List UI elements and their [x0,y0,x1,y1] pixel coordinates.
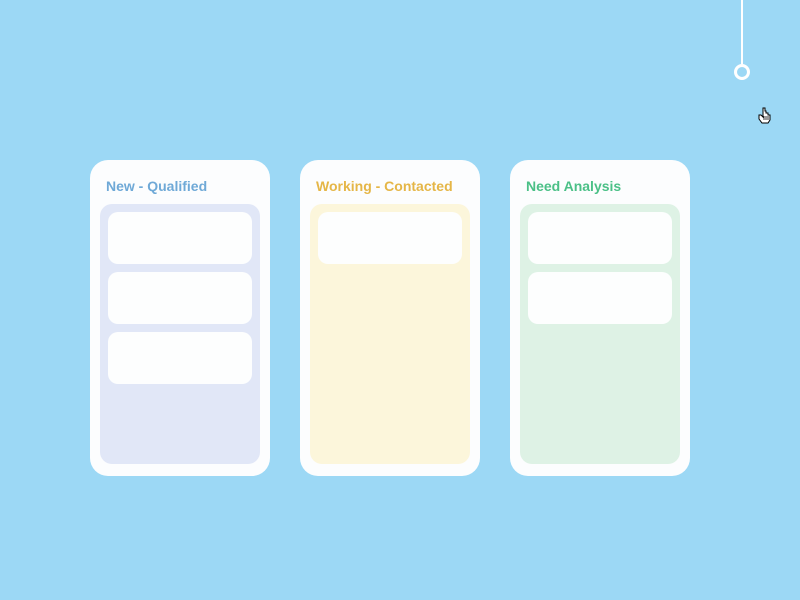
kanban-card[interactable] [108,272,252,324]
pendulum-decoration [734,0,750,80]
kanban-card[interactable] [528,272,672,324]
column-working-contacted[interactable]: Working - Contacted [300,160,480,476]
kanban-board: New - Qualified Working - Contacted Need… [90,160,690,476]
column-new-qualified[interactable]: New - Qualified [90,160,270,476]
column-need-analysis[interactable]: Need Analysis [510,160,690,476]
column-body[interactable] [100,204,260,464]
column-body[interactable] [520,204,680,464]
column-header: New - Qualified [100,172,260,204]
column-header: Need Analysis [520,172,680,204]
column-body[interactable] [310,204,470,464]
cursor-pointer-icon [757,106,775,131]
kanban-card[interactable] [528,212,672,264]
kanban-card[interactable] [318,212,462,264]
kanban-card[interactable] [108,332,252,384]
column-header: Working - Contacted [310,172,470,204]
pendulum-circle [734,64,750,80]
kanban-card[interactable] [108,212,252,264]
pendulum-line [741,0,743,64]
